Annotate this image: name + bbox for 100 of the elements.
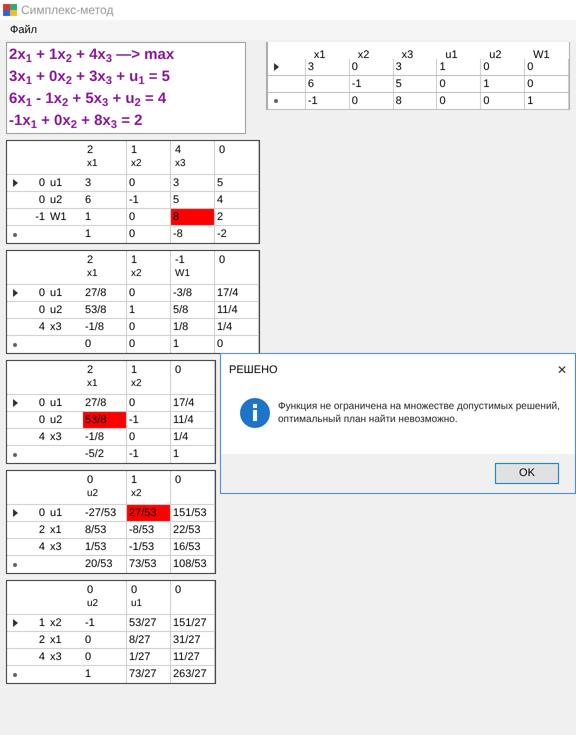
table-cell: -1 [350,76,394,92]
row-coefficient: 4 [38,650,45,665]
table-cell: 22/53 [171,522,215,538]
row-basis: u1 [49,176,62,191]
column-header: W1 [175,267,190,281]
table-cell: 8 [171,209,215,225]
new-row-icon [13,232,17,236]
column-coefficient: 0 [219,253,226,267]
new-row-icon [13,452,17,456]
table-cell: 17/4 [215,285,259,301]
table-cell: 0 [127,175,171,191]
table-cell: 11/27 [171,649,215,665]
column-header: x3 [175,157,186,171]
message-text: оптимальный план найти невозможно. [278,413,459,426]
table-cell: 1/27 [127,649,171,665]
close-button[interactable]: ✕ [557,361,567,379]
table-cell: 11/4 [215,302,259,318]
column-header: x3 [402,49,414,61]
row-basis: x3 [49,430,62,445]
row-coefficient: 0 [38,506,45,521]
table-cell: -8/53 [127,522,171,538]
column-header: u2 [87,487,98,501]
column-coefficient: 1 [131,253,138,267]
row-basis: u2 [49,412,62,428]
dialog-title: РЕШЕНО [229,362,278,378]
table-cell: -8 [171,226,215,243]
column-coefficient: 1 [131,473,138,487]
column-header: x2 [131,267,142,281]
column-coefficient: 2 [87,253,94,267]
column-header: u1 [131,597,142,611]
table-cell: 73/53 [127,556,171,573]
row-basis: W1 [49,210,66,225]
table-cell: 151/27 [171,615,215,631]
table-cell: 1 [171,336,215,353]
row-coefficient: 0 [38,192,45,208]
row-coefficient: 0 [38,302,45,318]
table-cell: 1 [525,93,570,109]
column-header: x1 [87,377,98,391]
table-cell: 0 [127,226,171,243]
column-header: x2 [131,157,142,171]
table-cell: 0 [481,59,526,75]
row-basis: x1 [49,522,62,538]
column-header: x2 [131,487,142,501]
table-cell: 0 [83,632,127,648]
table-cell: 0 [127,319,171,335]
table-cell: 3 [171,175,215,191]
row-coefficient: 0 [38,412,45,428]
ok-button[interactable]: OK [495,463,559,484]
column-coefficient: 4 [175,143,182,157]
table-cell: 5 [215,175,259,191]
table-cell: 31/27 [171,632,215,648]
row-coefficient: 0 [38,176,45,191]
equation-text: 3x$_{1}$ + 0x$_{2}$ + 3x$_{3}$ + u$_{1}$ = 5 [9,67,172,88]
column-coefficient: 1 [131,143,138,157]
row-coefficient: 0 [38,396,45,411]
table-cell: 3 [83,175,127,191]
row-coefficient: 4 [38,430,45,445]
window-title: Симплекс-метод [21,2,114,19]
equation-text: 2x$_{1}$ + 1x$_{2}$ + 4x$_{3}$ —> max [9,45,176,66]
table-cell: 6 [306,76,350,92]
table-cell: 1 [481,76,526,92]
column-coefficient: 2 [87,143,94,157]
row-coefficient: 0 [38,286,45,301]
table-cell: 4 [215,192,259,208]
table-cell: 3 [306,59,350,75]
row-basis: x3 [49,540,62,555]
row-basis: x1 [49,632,62,648]
new-row-icon [13,672,17,676]
table-cell: 6 [83,192,127,208]
menu-item[interactable]: Файл [8,22,40,38]
row-basis: u1 [49,286,62,301]
table-cell: -1/8 [83,429,127,445]
table-cell: -1/53 [127,539,171,555]
table-cell: 11/4 [171,412,215,428]
column-coefficient: 0 [175,583,182,597]
table-cell: 2 [215,209,259,225]
table-cell: 0 [437,76,482,92]
row-coefficient: 2 [38,522,45,538]
column-header: x1 [314,49,326,61]
column-header: W1 [533,49,550,61]
table-cell: 1 [171,446,215,463]
table-cell: -1 [83,615,127,631]
table-cell: 151/53 [171,505,215,521]
table-cell: 5/8 [171,302,215,318]
table-cell: 0 [83,649,127,665]
table-cell: 1 [83,226,127,243]
new-row-icon [274,99,278,103]
table-cell: 1 [127,302,171,318]
table-cell: 1 [83,666,127,683]
row-coefficient: -1 [34,210,45,225]
table-cell: 1/4 [171,429,215,445]
column-coefficient: 2 [87,363,94,377]
column-coefficient: 1 [131,363,138,377]
current-row-icon [13,619,18,627]
column-header: u1 [445,49,458,61]
table-cell: 1 [83,209,127,225]
row-basis: u2 [49,302,62,318]
new-row-icon [13,342,17,346]
column-coefficient: 0 [87,473,94,487]
row-basis: u1 [49,506,62,521]
